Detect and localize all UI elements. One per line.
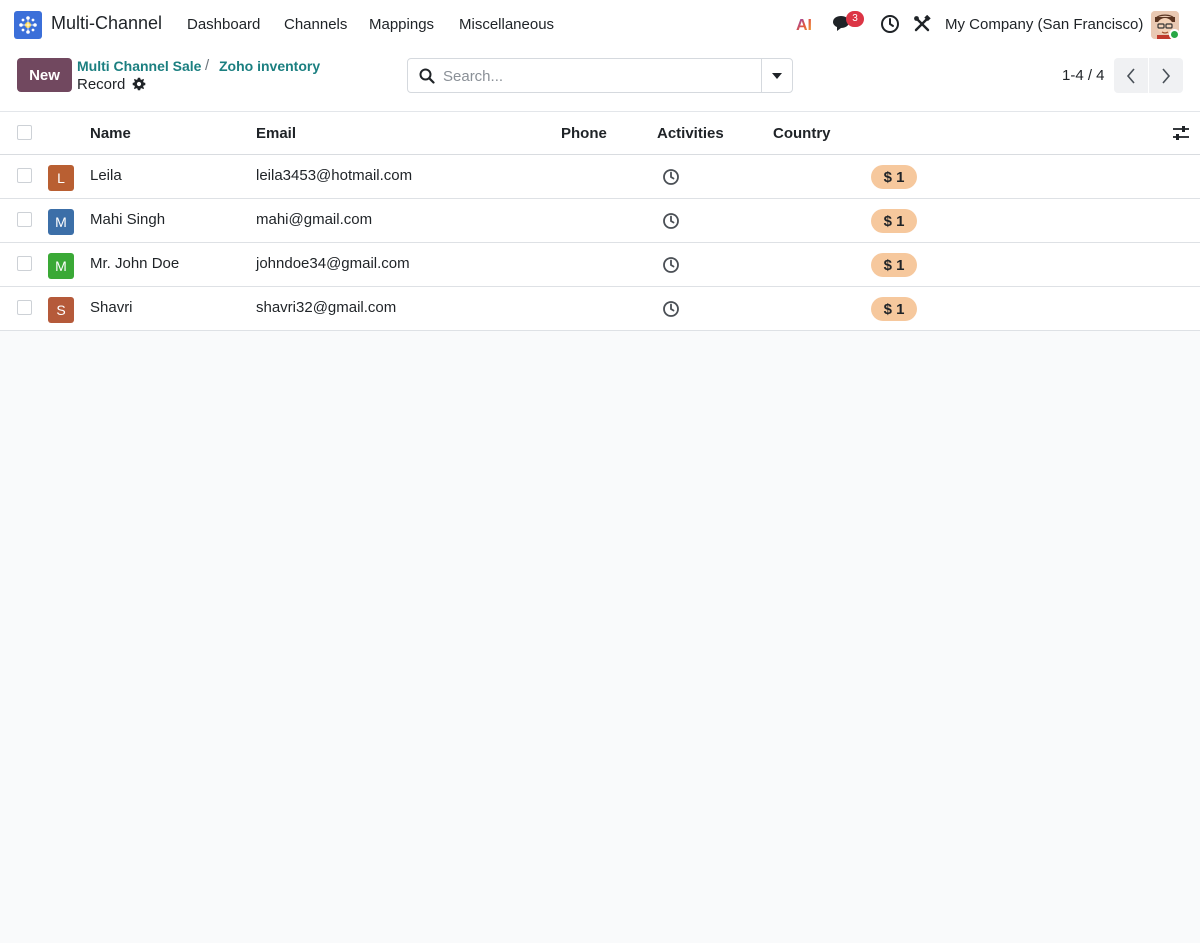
- cell-name: Mahi Singh: [90, 211, 166, 228]
- column-header-activities[interactable]: Activities: [657, 125, 724, 142]
- table-row[interactable]: M Mahi Singh mahi@gmail.com $ 1: [0, 199, 1200, 243]
- messages-badge: 3: [846, 11, 864, 27]
- row-checkbox[interactable]: [17, 300, 32, 315]
- chevron-left-icon: [1126, 67, 1135, 84]
- table-row[interactable]: S Shavri shavri32@gmail.com $ 1: [0, 287, 1200, 331]
- cell-name: Mr. John Doe: [90, 255, 180, 272]
- table-header: Name Email Phone Activities Country: [0, 112, 1200, 155]
- search-input[interactable]: [443, 65, 753, 87]
- currency-tag: $ 1: [871, 165, 917, 189]
- new-button[interactable]: New: [17, 58, 72, 92]
- search-icon: [419, 68, 435, 84]
- breadcrumb-current: Record: [77, 76, 126, 93]
- chevron-right-icon: [1162, 67, 1171, 84]
- column-header-country[interactable]: Country: [773, 125, 831, 142]
- cell-name: Shavri: [90, 299, 133, 316]
- pager-value[interactable]: 1-4 / 4: [1062, 67, 1105, 84]
- nav-item-miscellaneous[interactable]: Miscellaneous: [459, 16, 554, 33]
- activity-clock-icon[interactable]: [662, 300, 680, 318]
- breadcrumb-zoho-inventory[interactable]: Zoho inventory: [219, 58, 320, 74]
- nav-item-dashboard[interactable]: Dashboard: [187, 16, 260, 33]
- activity-clock-icon[interactable]: [878, 12, 902, 36]
- online-status-dot: [1169, 29, 1180, 40]
- caret-down-icon: [772, 72, 782, 79]
- tools-icon[interactable]: [910, 12, 934, 36]
- ai-label: AI: [796, 17, 812, 33]
- control-panel: New Multi Channel Sale / Zoho inventory …: [0, 48, 1200, 112]
- pager-next-button[interactable]: [1149, 58, 1183, 93]
- column-header-email[interactable]: Email: [256, 125, 296, 142]
- table-row[interactable]: M Mr. John Doe johndoe34@gmail.com $ 1: [0, 243, 1200, 287]
- table-row[interactable]: L Leila leila3453@hotmail.com $ 1: [0, 155, 1200, 199]
- row-checkbox[interactable]: [17, 256, 32, 271]
- cell-email: johndoe34@gmail.com: [256, 255, 410, 272]
- gear-icon[interactable]: [132, 77, 146, 91]
- column-header-phone[interactable]: Phone: [561, 125, 607, 142]
- search-bar: [407, 58, 793, 93]
- search-options-toggle[interactable]: [761, 59, 792, 92]
- breadcrumb-multi-channel-sale[interactable]: Multi Channel Sale: [77, 58, 201, 74]
- nav-item-channels[interactable]: Channels: [284, 16, 347, 33]
- contact-avatar: M: [48, 253, 74, 279]
- optional-columns-icon[interactable]: [1172, 125, 1190, 141]
- company-switcher[interactable]: My Company (San Francisco): [945, 16, 1143, 33]
- pager-previous-button[interactable]: [1114, 58, 1148, 93]
- contact-avatar: L: [48, 165, 74, 191]
- currency-tag: $ 1: [871, 297, 917, 321]
- currency-tag: $ 1: [871, 253, 917, 277]
- contact-avatar: S: [48, 297, 74, 323]
- app-name[interactable]: Multi-Channel: [51, 13, 162, 34]
- row-checkbox[interactable]: [17, 168, 32, 183]
- contact-avatar: M: [48, 209, 74, 235]
- cell-email: shavri32@gmail.com: [256, 299, 397, 316]
- cell-email: leila3453@hotmail.com: [256, 167, 413, 184]
- activity-clock-icon[interactable]: [662, 256, 680, 274]
- activity-clock-icon[interactable]: [662, 212, 680, 230]
- nav-item-mappings[interactable]: Mappings: [369, 16, 434, 33]
- row-checkbox[interactable]: [17, 212, 32, 227]
- activity-clock-icon[interactable]: [662, 168, 680, 186]
- breadcrumb-separator: /: [205, 57, 210, 74]
- column-header-name[interactable]: Name: [90, 125, 131, 142]
- select-all-checkbox[interactable]: [17, 125, 32, 140]
- top-navbar: Multi-Channel Dashboard Channels Mapping…: [0, 0, 1200, 48]
- cell-name: Leila: [90, 167, 122, 184]
- currency-tag: $ 1: [871, 209, 917, 233]
- ai-icon[interactable]: AI: [794, 12, 818, 36]
- app-logo-icon[interactable]: [14, 11, 42, 39]
- cell-email: mahi@gmail.com: [256, 211, 373, 228]
